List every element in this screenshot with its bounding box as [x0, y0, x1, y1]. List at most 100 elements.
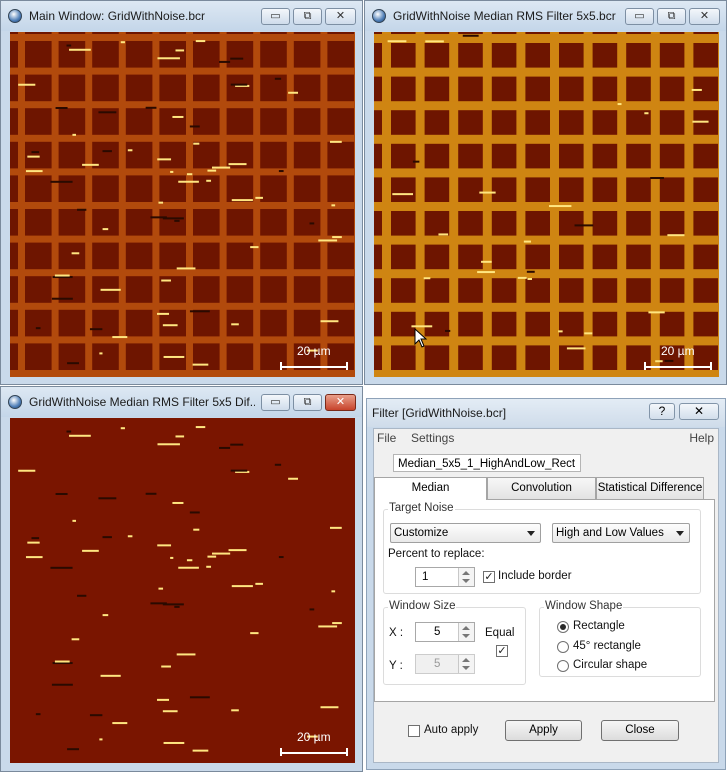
noise-speck — [51, 297, 73, 300]
image-background — [10, 418, 355, 763]
noise-speck — [189, 310, 210, 313]
scale-bar — [280, 362, 348, 370]
noise-speck — [655, 360, 663, 363]
noise-speck — [274, 463, 282, 466]
noise-speck — [255, 196, 263, 199]
maximize-button[interactable]: ⧉ — [657, 8, 686, 25]
stepper-arrows-icon[interactable] — [458, 623, 474, 641]
window-shape-label: Window Shape — [544, 600, 624, 612]
close-button[interactable]: ✕ — [325, 394, 356, 411]
filtered-image-view[interactable]: 20 µm — [374, 32, 719, 377]
radio-rectangle[interactable] — [557, 621, 569, 633]
noise-speck — [331, 590, 336, 593]
radio-circular-shape-label: Circular shape — [573, 659, 648, 671]
tab-statistical-difference[interactable]: Statistical Difference — [596, 477, 704, 499]
close-button[interactable]: ✕ — [689, 8, 720, 25]
noise-speck — [206, 179, 212, 182]
difference-window: GridWithNoise Median RMS Filter 5x5 Dif.… — [0, 386, 363, 772]
noise-speck — [329, 140, 342, 143]
include-border-label: Include border — [498, 570, 572, 582]
tab-convolution[interactable]: Convolution — [487, 477, 596, 499]
equal-checkbox[interactable]: ✓ — [496, 645, 508, 657]
noise-speck — [387, 40, 407, 43]
close-button[interactable]: ✕ — [325, 8, 356, 25]
difference-window-titlebar[interactable]: GridWithNoise Median RMS Filter 5x5 Dif.… — [1, 387, 362, 417]
noise-speck — [574, 224, 594, 227]
grid-line — [219, 32, 227, 377]
noise-speck — [228, 163, 247, 166]
noise-speck — [100, 288, 121, 291]
noise-speck — [102, 536, 112, 539]
noise-speck — [650, 177, 664, 180]
noise-speck — [99, 352, 103, 355]
noise-speck — [178, 566, 199, 569]
window-y-stepper: 5 — [415, 654, 475, 674]
percent-label: Percent to replace: — [388, 548, 485, 560]
noise-speck — [102, 614, 109, 617]
main-window: Main Window: GridWithNoise.bcr ▭ ⧉ ✕ 20 … — [0, 0, 363, 385]
filtered-window-titlebar[interactable]: GridWithNoise Median RMS Filter 5x5.bcr … — [365, 1, 726, 31]
menu-file[interactable]: File — [377, 431, 396, 445]
menu-help[interactable]: Help — [689, 431, 714, 445]
noise-speck — [231, 323, 239, 326]
noise-speck — [548, 205, 572, 208]
tab-median[interactable]: Median — [374, 477, 487, 500]
close-button[interactable]: Close — [601, 720, 679, 741]
noise-speck — [31, 537, 40, 540]
noise-speck — [207, 169, 217, 172]
window-x-stepper[interactable]: 5 — [415, 622, 475, 642]
scale-bar — [644, 362, 712, 370]
filter-dialog: Filter [GridWithNoise.bcr] ? ✕ File Sett… — [366, 398, 726, 770]
preset-name-field[interactable]: Median_5x5_1_HighAndLow_Rect — [393, 454, 581, 472]
filter-tabs: Median Convolution Statistical Differenc… — [374, 477, 718, 500]
minimize-button[interactable]: ▭ — [261, 8, 290, 25]
auto-apply-label: Auto apply — [424, 724, 479, 736]
noise-speck — [438, 233, 449, 236]
noise-speck — [158, 587, 164, 590]
auto-apply-checkbox[interactable] — [408, 725, 420, 737]
maximize-button[interactable]: ⧉ — [293, 8, 322, 25]
noise-speck — [66, 430, 72, 433]
noise-speck — [692, 120, 709, 123]
x-label: X : — [389, 627, 404, 639]
scale-bar-label: 20 µm — [661, 344, 695, 358]
noise-speck — [172, 115, 184, 118]
noise-speck — [230, 57, 244, 60]
filtered-grid-image — [374, 32, 719, 377]
scale-bar-label: 20 µm — [297, 730, 331, 744]
minimize-button[interactable]: ▭ — [261, 394, 290, 411]
noise-speck — [192, 363, 209, 366]
dialog-close-button[interactable]: ✕ — [679, 403, 719, 420]
minimize-button[interactable]: ▭ — [625, 8, 654, 25]
noise-mode-select[interactable]: Customize — [390, 523, 541, 543]
difference-image-view[interactable]: 20 µm — [10, 418, 355, 763]
noise-speck — [211, 552, 231, 555]
noise-speck — [163, 741, 185, 744]
noise-speck — [67, 362, 79, 365]
noise-speck — [112, 336, 128, 339]
include-border-checkbox[interactable]: ✓ — [483, 571, 495, 583]
noise-speck — [648, 311, 665, 314]
noise-speck — [332, 236, 342, 239]
main-window-titlebar[interactable]: Main Window: GridWithNoise.bcr ▭ ⧉ ✕ — [1, 1, 362, 31]
target-noise-group: Target Noise Customize High and Low Valu… — [383, 502, 701, 594]
noise-speck — [320, 706, 339, 709]
help-button[interactable]: ? — [649, 403, 675, 420]
noise-speck — [230, 469, 248, 472]
noise-speck — [158, 201, 164, 204]
equal-label: Equal — [485, 627, 515, 639]
percent-stepper[interactable]: 1 — [415, 567, 475, 587]
filter-dialog-titlebar[interactable]: Filter [GridWithNoise.bcr] ? ✕ — [367, 399, 725, 427]
apply-button[interactable]: Apply — [505, 720, 582, 741]
main-image-view[interactable]: 20 µm — [10, 32, 355, 377]
menu-settings[interactable]: Settings — [411, 431, 454, 445]
noise-values-select[interactable]: High and Low Values — [552, 523, 690, 543]
radio-45-rectangle[interactable] — [557, 641, 569, 653]
maximize-button[interactable]: ⧉ — [293, 394, 322, 411]
radio-circular-shape[interactable] — [557, 660, 569, 672]
noise-speck — [82, 549, 99, 552]
noise-speck — [157, 698, 170, 701]
grid-line — [374, 67, 719, 77]
noise-speck — [231, 199, 253, 202]
stepper-arrows-icon[interactable] — [458, 568, 474, 586]
